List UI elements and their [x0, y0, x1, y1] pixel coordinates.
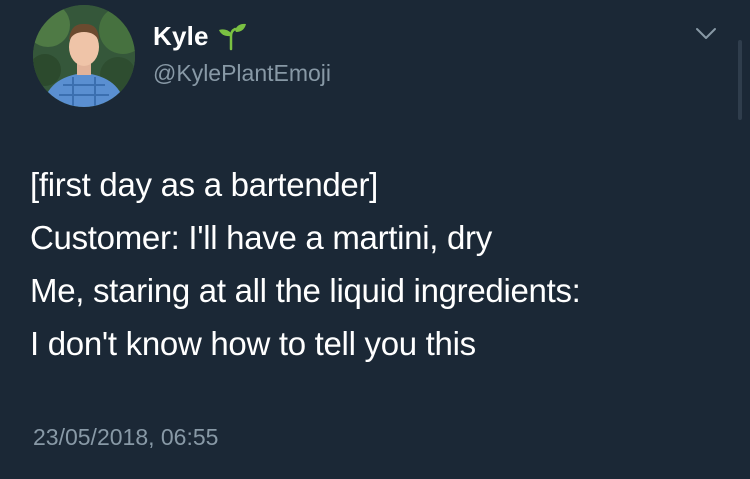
seedling-icon: [217, 21, 247, 51]
tweet-line: [first day as a bartender]: [30, 166, 379, 203]
tweet-line: I don't know how to tell you this: [30, 325, 476, 362]
author-handle[interactable]: @KylePlantEmoji: [153, 60, 331, 87]
tweet-text: [first day as a bartender] Customer: I'l…: [30, 158, 730, 370]
tweet-line: Customer: I'll have a martini, dry: [30, 219, 492, 256]
scrollbar[interactable]: [738, 40, 742, 120]
tweet-line: Me, staring at all the liquid ingredient…: [30, 272, 581, 309]
tweet-card: Kyle @KylePlantEmoji [first day as a bar…: [0, 0, 750, 479]
display-name[interactable]: Kyle: [153, 21, 209, 52]
chevron-down-icon[interactable]: [694, 26, 718, 42]
avatar-image: [33, 5, 135, 107]
tweet-timestamp[interactable]: 23/05/2018, 06:55: [33, 424, 218, 451]
author-name-row[interactable]: Kyle: [153, 19, 247, 53]
avatar[interactable]: [33, 5, 135, 107]
